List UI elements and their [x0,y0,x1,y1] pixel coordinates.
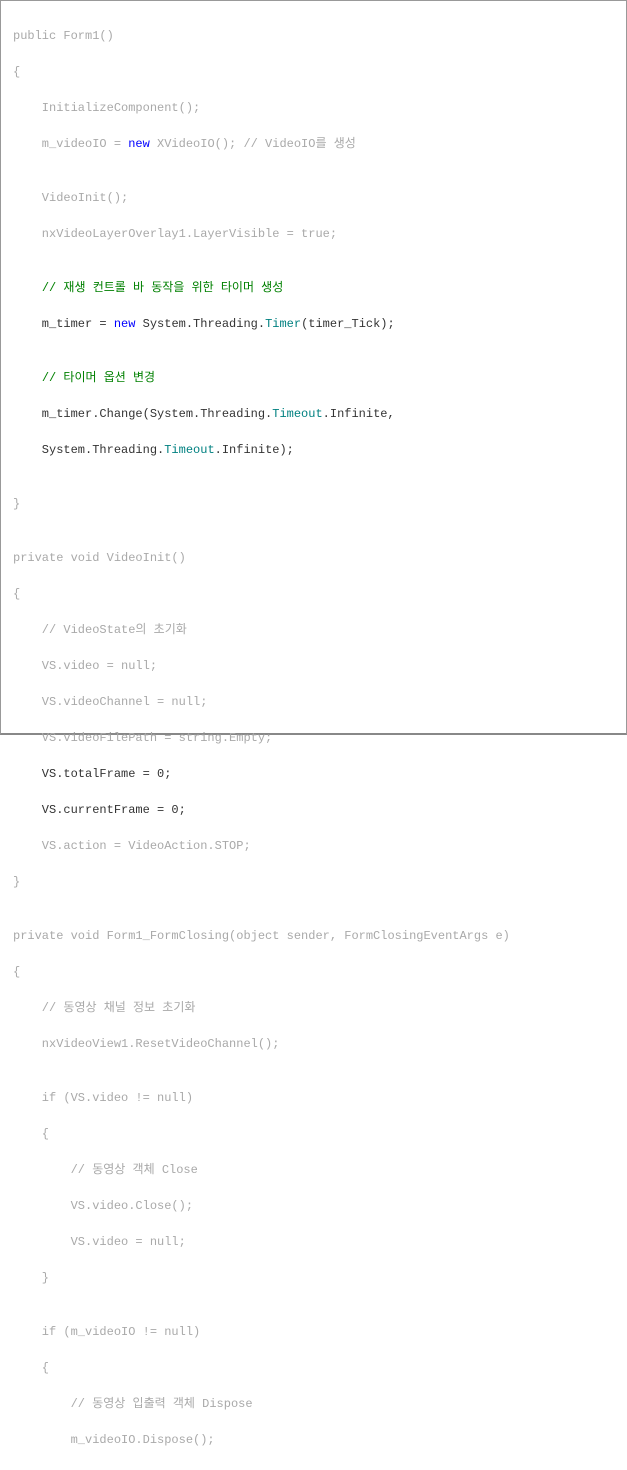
code-line: { [13,585,614,603]
code-line: System.Threading.Timeout.Infinite); [13,441,614,459]
code-line: m_videoIO = new XVideoIO(); // VideoIO를 … [13,135,614,153]
code-line: VS.video = null; [13,1233,614,1251]
code-line: { [13,63,614,81]
code-line: // 재생 컨트롤 바 동작을 위한 타이머 생성 [13,279,614,297]
code-line: } [13,495,614,513]
code-line: m_timer = new System.Threading.Timer(tim… [13,315,614,333]
code-line: // 동영상 입출력 객체 Dispose [13,1395,614,1413]
code-line: nxVideoLayerOverlay1.LayerVisible = true… [13,225,614,243]
code-line: private void VideoInit() [13,549,614,567]
code-line: VS.action = VideoAction.STOP; [13,837,614,855]
code-line: m_videoIO.Dispose(); [13,1431,614,1449]
code-line: } [13,1467,614,1470]
code-line: m_timer.Change(System.Threading.Timeout.… [13,405,614,423]
code-line: private void Form1_FormClosing(object se… [13,927,614,945]
code-line: } [13,1269,614,1287]
code-line: VS.currentFrame = 0; [13,801,614,819]
code-line: { [13,1125,614,1143]
code-line: VS.video = null; [13,657,614,675]
code-line: // 동영상 객체 Close [13,1161,614,1179]
code-line: VS.videoFilePath = string.Empty; [13,729,614,747]
code-line: public Form1() [13,27,614,45]
code-line: { [13,1359,614,1377]
code-block: public Form1() { InitializeComponent(); … [13,9,614,1470]
code-line: // VideoState의 초기화 [13,621,614,639]
code-line: { [13,963,614,981]
code-line: if (m_videoIO != null) [13,1323,614,1341]
code-line: } [13,873,614,891]
code-line: InitializeComponent(); [13,99,614,117]
code-line: VS.videoChannel = null; [13,693,614,711]
code-line: // 타이머 옵션 변경 [13,369,614,387]
code-line: nxVideoView1.ResetVideoChannel(); [13,1035,614,1053]
code-line: // 동영상 채널 정보 초기화 [13,999,614,1017]
code-line: if (VS.video != null) [13,1089,614,1107]
code-line: VS.video.Close(); [13,1197,614,1215]
code-line: VS.totalFrame = 0; [13,765,614,783]
code-line: VideoInit(); [13,189,614,207]
